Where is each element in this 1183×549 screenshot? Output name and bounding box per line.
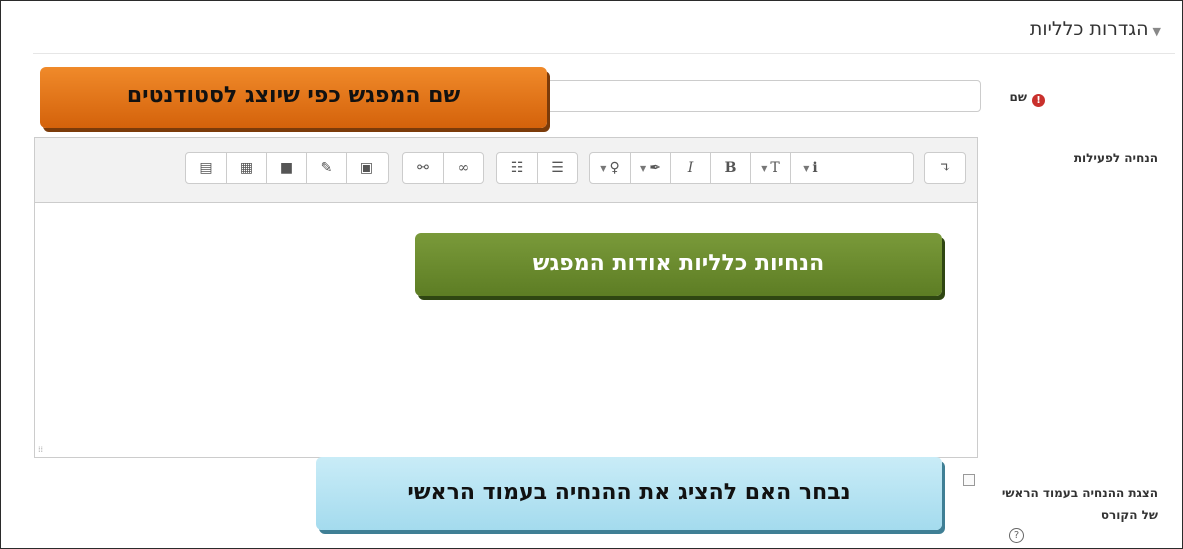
unlink-icon[interactable]: ⚯ bbox=[403, 153, 443, 183]
toolbar-group-toggle: ↴ bbox=[924, 152, 966, 184]
name-label: שם bbox=[1009, 90, 1027, 104]
section-divider bbox=[33, 53, 1175, 54]
toolbar-group-lists: ☷ ☰ bbox=[496, 152, 578, 184]
editor-toolbar: ↴ ▼ ♀ ▼ ✒ I B ▼ T ▼ i ☷ ☰ ⚯ ∞ ▤ ▦ ■ ✎ ▣ bbox=[35, 138, 977, 203]
image-icon[interactable]: ▣ bbox=[346, 153, 386, 183]
toolbar-group-media: ▤ ▦ ■ ✎ ▣ bbox=[185, 152, 389, 184]
triangle-down-icon: ▼ bbox=[1152, 25, 1161, 38]
text-size-dropdown-icon[interactable]: ▼ T bbox=[750, 153, 790, 183]
table-icon[interactable]: ▦ bbox=[226, 153, 266, 183]
description-label: הנחיה לפעילות bbox=[1073, 151, 1158, 165]
help-icon[interactable]: ? bbox=[1009, 528, 1024, 543]
video-icon[interactable]: ■ bbox=[266, 153, 306, 183]
callout-display: נבחר האם להציג את ההנחיה בעמוד הראשי bbox=[316, 457, 942, 530]
link-icon[interactable]: ∞ bbox=[443, 153, 483, 183]
toggle-more-icon[interactable]: ↴ bbox=[925, 153, 965, 183]
name-label-row: ! שם bbox=[1010, 87, 1045, 107]
callout-description: הנחיות כלליות אודות המפגש bbox=[415, 233, 942, 296]
brush-dropdown-icon[interactable]: ▼ ✒ bbox=[630, 153, 670, 183]
ordered-list-icon[interactable]: ☷ bbox=[497, 153, 537, 183]
name-input[interactable] bbox=[527, 80, 981, 112]
audio-file-icon[interactable]: ▤ bbox=[186, 153, 226, 183]
toolbar-group-format: ▼ ♀ ▼ ✒ I B ▼ T ▼ i bbox=[589, 152, 914, 184]
display-label: הצגת ההנחיה בעמוד הראשי של הקורס bbox=[1001, 486, 1158, 522]
required-icon: ! bbox=[1032, 94, 1045, 107]
description-editor[interactable]: ↴ ▼ ♀ ▼ ✒ I B ▼ T ▼ i ☷ ☰ ⚯ ∞ ▤ ▦ ■ ✎ ▣ ⁞⁞ bbox=[34, 137, 978, 458]
unordered-list-icon[interactable]: ☰ bbox=[537, 153, 577, 183]
callout-name: שם המפגש כפי שיוצג לסטודנטים bbox=[40, 67, 547, 128]
lightbulb-dropdown-icon[interactable]: ▼ ♀ bbox=[590, 153, 630, 183]
resize-handle-icon[interactable]: ⁞⁞ bbox=[38, 445, 43, 454]
section-header[interactable]: ▼הגדרות כלליות bbox=[1030, 18, 1161, 40]
pencil-icon[interactable]: ✎ bbox=[306, 153, 346, 183]
display-checkbox[interactable] bbox=[963, 474, 975, 486]
section-title: הגדרות כלליות bbox=[1029, 18, 1149, 40]
info-dropdown-icon[interactable]: ▼ i bbox=[790, 153, 830, 183]
italic-icon[interactable]: I bbox=[670, 153, 710, 183]
toolbar-group-links: ⚯ ∞ bbox=[402, 152, 484, 184]
bold-icon[interactable]: B bbox=[710, 153, 750, 183]
